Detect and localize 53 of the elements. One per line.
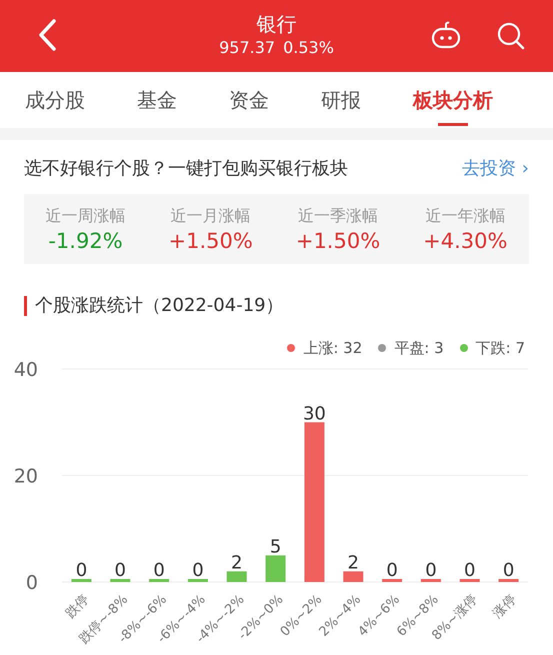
bar (226, 570, 247, 582)
bar (420, 578, 441, 582)
back-button[interactable] (36, 18, 58, 52)
bar (498, 578, 519, 582)
tab[interactable]: 基金 (137, 72, 177, 128)
data-label: 30 (302, 402, 326, 424)
axis-tick-label: 40 (14, 360, 38, 380)
bar (343, 570, 364, 582)
stat-label: 近一年涨幅 (425, 205, 506, 227)
data-label: 0 (114, 560, 126, 580)
category-label: 涨停 (490, 592, 520, 621)
data-label: 0 (425, 560, 437, 580)
data-label: 2 (348, 552, 359, 573)
promo-text: 选不好银行个股？一键打包购买银行板块 (24, 157, 348, 181)
bar (149, 578, 170, 582)
category-label: 跌停 (63, 592, 92, 621)
search-button[interactable] (496, 21, 526, 51)
section-marker (24, 296, 27, 316)
data-label: 5 (270, 536, 282, 557)
robot-button[interactable] (430, 20, 462, 50)
index-price: 957.37 (219, 37, 276, 59)
data-label: 0 (76, 560, 88, 580)
tab[interactable]: 成分股 (25, 72, 85, 128)
data-label: 0 (386, 560, 398, 580)
bar (382, 578, 402, 582)
bar (71, 578, 92, 582)
stat-value: +1.50% (168, 228, 253, 254)
tab[interactable]: 资金 (229, 72, 269, 128)
data-label: 0 (464, 560, 476, 580)
legend-label: 下跌: 7 (476, 338, 525, 359)
stat-label: 近一月涨幅 (170, 205, 251, 227)
axis-tick-label: 20 (14, 465, 38, 487)
legend-label: 平盘: 3 (394, 338, 444, 359)
stat-value: -1.92% (48, 228, 123, 254)
tab[interactable]: 板块分析 (413, 72, 493, 128)
data-label: 0 (192, 560, 204, 580)
stat-value: +1.50% (296, 228, 380, 254)
legend-label: 上涨: 32 (303, 338, 362, 359)
bar (266, 554, 286, 582)
index-change: 0.53% (283, 37, 334, 59)
tab[interactable]: 研报 (321, 72, 361, 128)
bar (188, 578, 208, 582)
page-title: 银行 (256, 12, 296, 36)
data-label: 2 (231, 552, 242, 573)
data-label: 0 (153, 560, 165, 580)
bar (110, 578, 130, 582)
axis-tick-label: 0 (26, 572, 38, 594)
stat-value: +4.30% (423, 228, 508, 254)
stat-label: 近一周涨幅 (46, 205, 126, 227)
section-title: 个股涨跌统计（2022-04-19） (35, 294, 284, 318)
data-label: 0 (502, 560, 514, 580)
stat-label: 近一季涨幅 (298, 205, 378, 227)
bar (460, 578, 480, 582)
